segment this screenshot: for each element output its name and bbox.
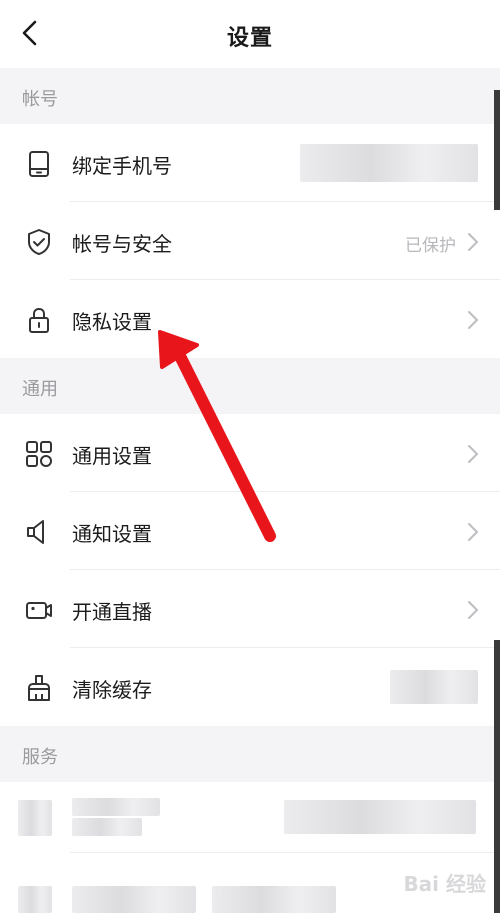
pixelated-block <box>72 798 160 816</box>
speaker-icon <box>27 520 44 544</box>
settings-item-label: 通用设置 <box>72 444 152 468</box>
page-title: 设置 <box>226 26 273 51</box>
grid-icon <box>26 441 52 467</box>
chevron-right-icon <box>468 601 478 619</box>
pixelated-block <box>72 886 196 913</box>
settings-item-label: 通知设置 <box>72 522 152 546</box>
shield-icon <box>28 229 50 255</box>
settings-item-label: 清除缓存 <box>72 678 152 702</box>
pixelated-block <box>18 800 52 836</box>
settings-item-clear-cache[interactable]: 清除缓存 <box>0 648 500 726</box>
phone-number-pixelated <box>300 144 478 182</box>
chevron-right-icon <box>468 445 478 463</box>
section-header-services: 服务 <box>0 726 500 782</box>
settings-item-privacy[interactable]: 隐私设置 <box>0 280 500 358</box>
section-header-general: 通用 <box>0 358 500 414</box>
pixelated-block <box>72 818 142 836</box>
chevron-right-icon <box>468 311 478 329</box>
phone-icon <box>29 151 49 177</box>
pixelated-block <box>284 800 476 834</box>
screen-edge <box>494 90 500 210</box>
section-title: 通用 <box>22 379 58 400</box>
pixelated-block <box>212 886 336 913</box>
broom-icon <box>28 675 50 701</box>
lock-icon <box>29 307 49 333</box>
pixelated-block <box>18 886 52 913</box>
settings-item-account-security[interactable]: 帐号与安全 已保护 <box>0 202 500 280</box>
settings-item-label: 帐号与安全 <box>72 232 172 256</box>
section-title: 帐号 <box>22 89 58 110</box>
screen-edge <box>494 640 500 913</box>
row-divider <box>70 852 500 853</box>
settings-item-notifications[interactable]: 通知设置 <box>0 492 500 570</box>
section-header-account: 帐号 <box>0 68 500 124</box>
settings-item-label: 开通直播 <box>72 600 152 624</box>
settings-item-general[interactable]: 通用设置 <box>0 414 500 492</box>
settings-item-value: 已保护 <box>405 236 456 256</box>
settings-item-label: 隐私设置 <box>72 310 152 334</box>
settings-item-live-streaming[interactable]: 开通直播 <box>0 570 500 648</box>
chevron-right-icon <box>468 233 478 251</box>
settings-item-bind-phone[interactable]: 绑定手机号 <box>0 124 500 202</box>
video-camera-icon <box>26 602 52 619</box>
section-title: 服务 <box>22 747 58 768</box>
top-bar: 设置 <box>0 0 500 68</box>
watermark-logo: Bai 经验 <box>403 872 486 896</box>
settings-item-label: 绑定手机号 <box>72 154 172 178</box>
chevron-right-icon <box>468 523 478 541</box>
cache-size-pixelated <box>390 670 478 704</box>
